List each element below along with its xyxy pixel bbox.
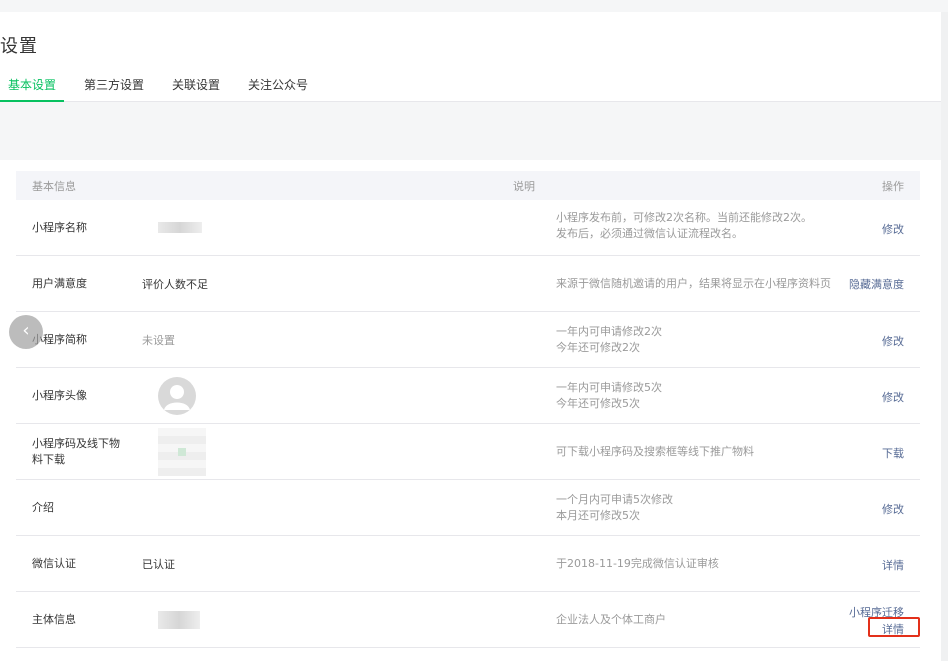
row-desc-avatar: 一年内可申请修改5次 今年还可修改5次 [556,381,662,410]
tab-third-party-settings[interactable]: 第三方设置 [76,76,152,102]
section-divider [0,102,941,160]
download-link[interactable]: 下载 [882,445,904,461]
row-desc-short-name: 一年内可申请修改2次 今年还可修改2次 [556,325,662,354]
row-label-satisfaction: 用户满意度 [32,277,87,290]
row-label-name: 小程序名称 [32,221,87,234]
row-label-qrcode: 小程序码及线下物料下载 [32,437,120,466]
table-row: 微信认证 已认证 于2018-11-19完成微信认证审核 详情 [16,536,920,592]
table-header: 基本信息 说明 操作 [16,171,920,200]
satisfaction-value: 评价人数不足 [142,278,208,291]
table-row: 小程序码及线下物料下载 可下载小程序码及搜索框等线下推广物料 下载 [16,424,920,480]
table-row: 介绍 一个月内可申请5次修改 本月还可修改5次 修改 [16,480,920,536]
verification-details-link[interactable]: 详情 [882,557,904,573]
row-label-verification: 微信认证 [32,557,76,570]
scrollbar-track[interactable] [941,12,948,661]
table-row: 小程序头像 一年内可申请修改5次 今年还可修改5次 修改 [16,368,920,424]
row-desc-qrcode: 可下载小程序码及搜索框等线下推广物料 [556,445,754,458]
short-name-value: 未设置 [142,334,175,347]
tab-bar: 基本设置 第三方设置 关联设置 关注公众号 [0,76,941,102]
header-basic-info: 基本信息 [32,179,76,193]
qrcode-thumbnail [158,428,206,476]
highlight-box [868,617,920,637]
header-description: 说明 [513,179,535,193]
header-operation: 操作 [882,179,904,193]
row-label-avatar: 小程序头像 [32,389,87,402]
row-desc-intro: 一个月内可申请5次修改 本月还可修改5次 [556,493,673,522]
qrcode-center-dot [178,448,186,456]
row-desc-name: 小程序发布前，可修改2次名称。当前还能修改2次。 发布后，必须通过微信认证流程改… [556,211,812,240]
row-desc-verification: 于2018-11-19完成微信认证审核 [556,557,719,570]
chevron-left-icon[interactable]: ‹ [9,315,43,349]
table-row: 小程序名称 小程序发布前，可修改2次名称。当前还能修改2次。 发布后，必须通过微… [16,200,920,256]
hide-satisfaction-link[interactable]: 隐藏满意度 [849,276,904,292]
edit-name-link[interactable]: 修改 [882,221,904,237]
row-label-intro: 介绍 [32,501,54,514]
tab-association-settings[interactable]: 关联设置 [164,76,228,102]
blurred-entity-value [158,611,200,629]
table-row: 用户满意度 评价人数不足 来源于微信随机邀请的用户，结果将显示在小程序资料页 隐… [16,256,920,312]
edit-intro-link[interactable]: 修改 [882,501,904,517]
user-avatar-icon [158,377,196,415]
row-desc-satisfaction: 来源于微信随机邀请的用户，结果将显示在小程序资料页 [556,277,831,290]
tab-follow-official-account[interactable]: 关注公众号 [240,76,316,102]
table-row: 小程序简称 未设置 一年内可申请修改2次 今年还可修改2次 修改 [16,312,920,368]
table-row: 主体信息 企业法人及个体工商户 小程序迁移 详情 [16,592,920,648]
verification-value: 已认证 [142,558,175,571]
top-background [0,0,948,12]
row-label-entity: 主体信息 [32,613,76,626]
blurred-name-value [158,222,202,233]
row-desc-entity: 企业法人及个体工商户 [556,613,666,626]
tab-basic-settings[interactable]: 基本设置 [0,76,65,102]
edit-avatar-link[interactable]: 修改 [882,389,904,405]
basic-info-table: 基本信息 说明 操作 小程序名称 小程序发布前，可修改2次名称。当前还能修改2次… [16,171,920,648]
page-title: 设置 [0,36,38,57]
edit-short-name-link[interactable]: 修改 [882,333,904,349]
